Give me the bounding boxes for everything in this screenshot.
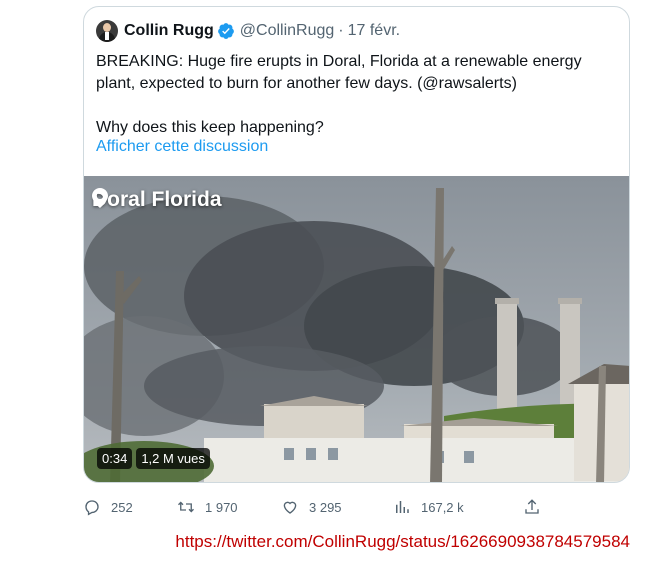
video-badges: 0:34 1,2 M vues: [97, 448, 210, 469]
tweet-header: Collin Rugg @CollinRugg · 17 févr.: [96, 19, 400, 43]
tweet-text-paragraph-1: BREAKING: Huge fire erupts in Doral, Flo…: [96, 53, 582, 92]
views-button[interactable]: 167,2 k: [393, 498, 464, 516]
like-button[interactable]: 3 295: [281, 498, 342, 516]
retweet-icon: [178, 501, 194, 513]
video-views-badge: 1,2 M vues: [136, 448, 210, 469]
share-icon: [525, 499, 539, 514]
retweet-count: 1 970: [205, 499, 238, 515]
like-count: 3 295: [309, 499, 342, 515]
tweet-text-paragraph-2: Why does this keep happening?: [96, 119, 324, 136]
author-handle[interactable]: @CollinRugg: [240, 22, 335, 40]
views-count: 167,2 k: [421, 499, 464, 515]
tweet-action-bar: 252 1 970 3 295 167,2 k: [83, 495, 553, 519]
author-name[interactable]: Collin Rugg: [124, 22, 214, 40]
show-thread-link[interactable]: Afficher cette discussion: [96, 138, 268, 156]
source-url-bar: https://twitter.com/CollinRugg/status/16…: [0, 524, 650, 569]
heart-icon: [283, 501, 297, 514]
location-label: Doral Florida: [92, 188, 222, 211]
reply-button[interactable]: 252: [83, 498, 133, 516]
video-location-overlay: Doral Florida: [92, 188, 222, 212]
reply-count: 252: [111, 499, 133, 515]
header-separator: ·: [338, 22, 344, 39]
avatar[interactable]: [96, 20, 118, 42]
video-duration-badge: 0:34: [97, 448, 133, 469]
tweet-date[interactable]: 17 févr.: [348, 22, 400, 40]
analytics-icon: [396, 501, 409, 513]
video-frame-scene: [84, 188, 629, 482]
reply-icon: [85, 500, 99, 516]
video-player[interactable]: Doral Florida 0:34 1,2 M vues: [84, 176, 629, 482]
share-button[interactable]: [523, 498, 551, 516]
location-pin-icon: [92, 188, 108, 208]
quoted-tweet-card[interactable]: Collin Rugg @CollinRugg · 17 févr. BREAK…: [83, 6, 630, 483]
verified-badge-icon: [217, 23, 234, 39]
retweet-button[interactable]: 1 970: [177, 498, 238, 516]
source-url[interactable]: https://twitter.com/CollinRugg/status/16…: [175, 532, 630, 552]
tweet-text: BREAKING: Huge fire erupts in Doral, Flo…: [96, 51, 616, 139]
